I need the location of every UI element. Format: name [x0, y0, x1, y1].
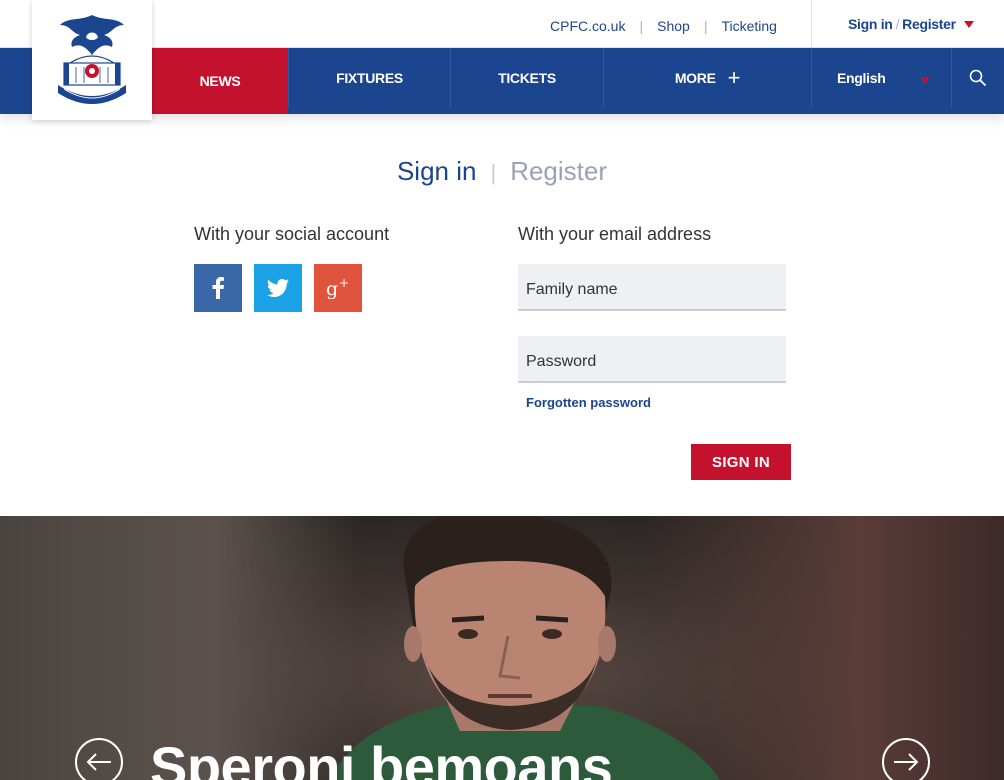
auth-tabs: Sign in | Register — [0, 156, 1004, 187]
nav-fixtures[interactable]: FIXTURES — [288, 48, 450, 108]
hero-prev-button[interactable] — [75, 738, 123, 780]
plus-icon: + — [727, 65, 741, 90]
tab-register[interactable]: Register — [510, 156, 607, 186]
tab-separator: | — [490, 160, 497, 185]
signin-button[interactable]: SIGN IN — [691, 444, 791, 480]
chevron-down-icon — [920, 77, 930, 84]
arrow-left-icon — [86, 753, 111, 771]
google-plus-icon: g + — [326, 277, 349, 299]
svg-text:+: + — [339, 277, 349, 290]
nav-more[interactable]: MORE + — [603, 48, 811, 108]
nav-news[interactable]: NEWS — [152, 48, 288, 114]
password-field[interactable]: Password — [518, 336, 786, 383]
search-icon — [969, 69, 987, 87]
nav-fixtures-label: FIXTURES — [336, 70, 403, 86]
account-menu[interactable]: Sign in / Register — [811, 0, 1004, 48]
signin-link[interactable]: Sign in — [848, 16, 893, 32]
divider: | — [703, 18, 708, 34]
nav-tickets[interactable]: TICKETS — [450, 48, 603, 108]
arrow-right-icon — [894, 753, 919, 771]
divider: | — [639, 18, 644, 34]
caret-down-icon[interactable] — [964, 21, 974, 28]
nav-tickets-label: TICKETS — [498, 70, 556, 86]
cpfc-link[interactable]: CPFC.co.uk — [550, 18, 625, 34]
forgot-password-link[interactable]: Forgotten password — [526, 395, 651, 410]
hero-headline[interactable]: Speroni bemoans — [150, 734, 613, 780]
register-link[interactable]: Register — [902, 16, 956, 32]
social-title: With your social account — [194, 224, 390, 244]
nav-more-label: MORE — [674, 70, 716, 86]
shop-link[interactable]: Shop — [657, 18, 690, 34]
ticketing-link[interactable]: Ticketing — [721, 18, 777, 34]
svg-text:g: g — [326, 278, 338, 299]
hero-next-button[interactable] — [882, 738, 930, 780]
google-plus-button[interactable]: g + — [314, 264, 362, 312]
language-label: English — [837, 70, 886, 86]
club-logo[interactable] — [32, 0, 152, 120]
family-name-field[interactable]: Family name — [518, 264, 786, 311]
twitter-button[interactable] — [254, 264, 302, 312]
top-links: CPFC.co.uk | Shop | Ticketing — [550, 18, 777, 34]
account-links: Sign in / Register — [848, 16, 956, 32]
crest-icon — [58, 15, 126, 104]
language-selector[interactable]: English — [811, 48, 951, 108]
tab-signin[interactable]: Sign in — [397, 156, 477, 186]
twitter-icon — [267, 279, 289, 297]
nav-news-label: NEWS — [199, 73, 241, 89]
slash: / — [895, 16, 900, 32]
facebook-button[interactable] — [194, 264, 242, 312]
email-title: With your email address — [518, 224, 712, 244]
facebook-icon — [212, 277, 224, 299]
hero-banner[interactable]: Speroni bemoans — [0, 516, 1004, 780]
search-button[interactable] — [951, 48, 1004, 108]
